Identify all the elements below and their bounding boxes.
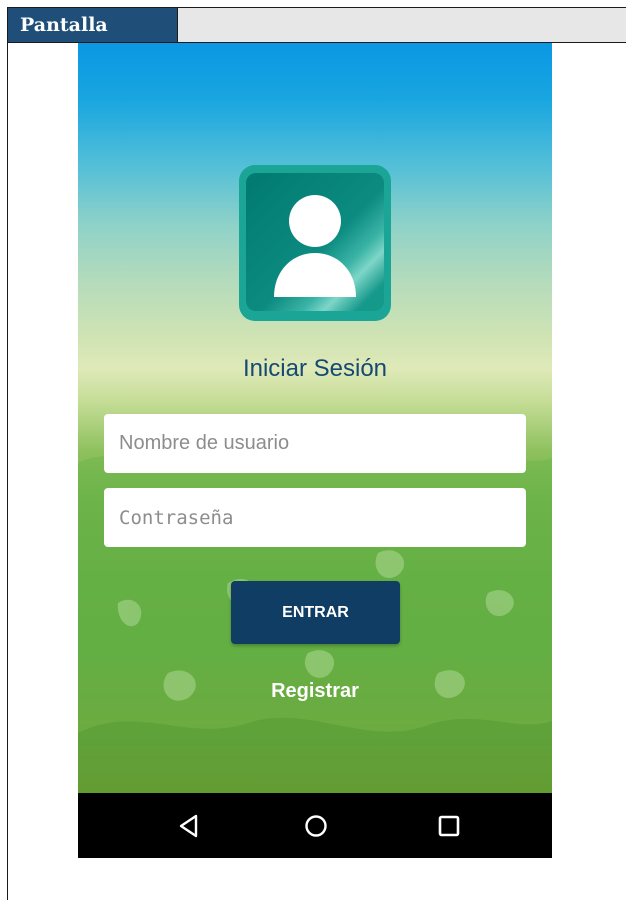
register-link[interactable]: Registrar bbox=[78, 680, 552, 703]
user-avatar-icon bbox=[246, 173, 384, 311]
phone-screen: Iniciar Sesión ENTRAR Registrar bbox=[78, 43, 552, 858]
recents-square-icon[interactable] bbox=[435, 812, 463, 840]
enter-button[interactable]: ENTRAR bbox=[231, 581, 400, 644]
username-input[interactable] bbox=[104, 414, 526, 473]
back-triangle-icon[interactable] bbox=[175, 812, 203, 840]
password-input[interactable] bbox=[104, 488, 526, 547]
screen-header-label: Pantalla bbox=[8, 8, 178, 42]
table-header-row: Pantalla bbox=[8, 8, 626, 43]
home-circle-icon[interactable] bbox=[302, 812, 330, 840]
android-nav-bar bbox=[78, 793, 552, 858]
app-logo bbox=[239, 165, 391, 321]
header-empty-cell bbox=[178, 8, 626, 42]
user-silhouette-icon bbox=[274, 195, 356, 297]
login-title: Iniciar Sesión bbox=[242, 355, 388, 382]
